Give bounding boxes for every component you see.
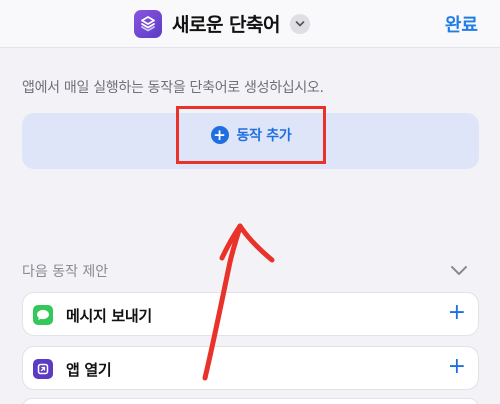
suggestion-row-send-message[interactable]: 메시지 보내기 + [22, 292, 479, 336]
chevron-down-icon[interactable] [290, 14, 310, 34]
suggestion-label: 앱 열기 [66, 361, 112, 379]
chevron-down-icon[interactable] [449, 262, 469, 278]
suggestion-label: 메시지 보내기 [66, 307, 152, 325]
add-icon[interactable]: + [448, 301, 466, 325]
hint-text: 앱에서 매일 실행하는 동작을 단축어로 생성하십시오. [22, 80, 324, 96]
shortcuts-icon [134, 10, 162, 38]
suggestion-row-partial[interactable] [22, 398, 479, 404]
navigation-bar: 새로운 단축어 완료 [0, 0, 500, 48]
add-action-button[interactable]: + 동작 추가 [176, 106, 326, 164]
done-button[interactable]: 완료 [445, 11, 478, 37]
messages-icon [33, 305, 53, 325]
hand-drawn-arrow [202, 223, 275, 381]
plus-circle-icon: + [210, 126, 229, 144]
add-action-label: 동작 추가 [236, 128, 292, 144]
suggestions-title: 다음 동작 제안 [22, 264, 109, 280]
suggestion-row-open-app[interactable]: 앱 열기 + [22, 346, 479, 390]
add-icon[interactable]: + [448, 355, 466, 379]
page-title[interactable]: 새로운 단축어 [172, 10, 281, 37]
open-app-icon [33, 359, 53, 379]
